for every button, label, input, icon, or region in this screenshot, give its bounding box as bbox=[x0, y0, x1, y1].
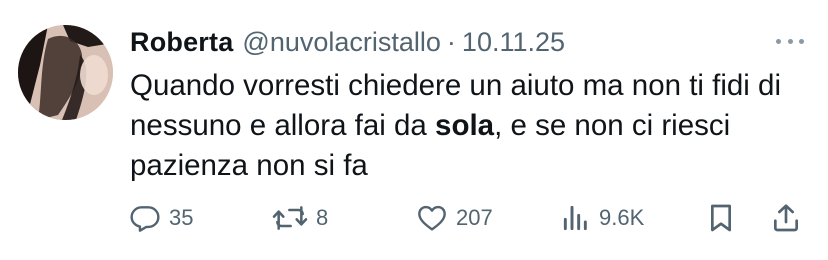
more-dot bbox=[776, 38, 781, 44]
reply-button[interactable]: 35 bbox=[129, 196, 193, 240]
retweet-icon bbox=[272, 206, 308, 230]
more-dot bbox=[787, 38, 793, 44]
reply-count: 35 bbox=[169, 205, 194, 230]
tweet-text-bold: sola bbox=[435, 109, 495, 142]
tweet-header: Roberta @nuvolacristallo · 10.11.25 bbox=[130, 20, 565, 64]
tweet-text: Quando vorresti chiedere un aiuto ma non… bbox=[130, 66, 810, 186]
header-separator: · bbox=[446, 26, 456, 57]
action-bar: 35 8 207 9.6K bbox=[0, 196, 828, 240]
avatar-photo-icon bbox=[18, 25, 113, 120]
bookmark-button[interactable] bbox=[706, 196, 736, 240]
more-icon[interactable] bbox=[776, 34, 804, 48]
views-button[interactable]: 9.6K bbox=[561, 196, 644, 240]
share-button[interactable] bbox=[770, 196, 802, 240]
retweet-count: 8 bbox=[316, 205, 329, 230]
tweet[interactable]: Roberta @nuvolacristallo · 10.11.25 Quan… bbox=[0, 0, 828, 260]
heart-icon bbox=[418, 205, 446, 231]
reply-icon bbox=[130, 206, 160, 232]
views-count: 9.6K bbox=[599, 205, 645, 230]
share-icon bbox=[774, 204, 798, 232]
more-dot bbox=[799, 38, 804, 44]
views-icon bbox=[563, 205, 587, 231]
retweet-button[interactable]: 8 bbox=[272, 196, 328, 240]
author-name[interactable]: Roberta bbox=[130, 27, 233, 58]
like-count: 207 bbox=[456, 205, 493, 230]
bookmark-icon bbox=[711, 204, 732, 232]
author-handle[interactable]: @nuvolacristallo bbox=[242, 27, 441, 58]
avatar[interactable] bbox=[18, 25, 113, 120]
tweet-date[interactable]: 10.11.25 bbox=[462, 27, 565, 58]
like-button[interactable]: 207 bbox=[416, 196, 493, 240]
